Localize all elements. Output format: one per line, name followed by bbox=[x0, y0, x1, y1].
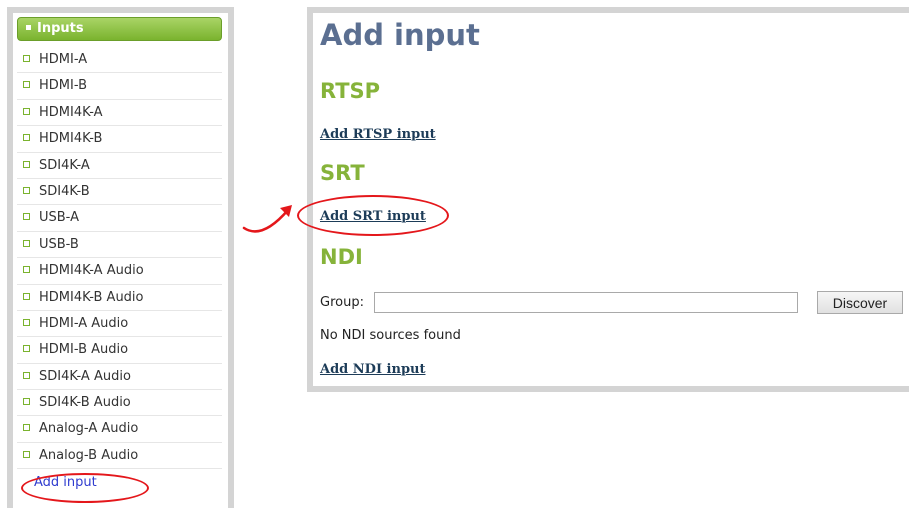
sidebar-header-inputs[interactable]: Inputs bbox=[17, 17, 222, 41]
square-bullet-icon bbox=[23, 450, 30, 458]
square-bullet-icon bbox=[23, 371, 30, 379]
square-bullet-icon bbox=[23, 266, 30, 274]
sidebar-item-sdi4k-b[interactable]: SDI4K-B bbox=[17, 179, 222, 206]
inputs-menu: HDMI-A HDMI-B HDMI4K-A HDMI4K-B SDI4K-A … bbox=[17, 47, 222, 470]
sidebar-item-label: USB-B bbox=[39, 236, 79, 252]
square-bullet-icon bbox=[23, 55, 30, 62]
srt-heading: SRT bbox=[320, 161, 365, 185]
square-bullet-icon bbox=[23, 186, 30, 194]
sidebar-item-sdi4k-b-audio[interactable]: SDI4K-B Audio bbox=[17, 390, 222, 417]
sidebar-item-hdmi4k-a-audio[interactable]: HDMI4K-A Audio bbox=[17, 258, 222, 285]
sidebar-item-label: USB-A bbox=[39, 210, 79, 226]
sidebar-item-label: SDI4K-A bbox=[39, 157, 90, 173]
sidebar-header-label: Inputs bbox=[37, 21, 84, 36]
sidebar-item-label: SDI4K-B bbox=[39, 183, 90, 199]
ndi-heading: NDI bbox=[320, 245, 363, 269]
sidebar-item-sdi4k-a[interactable]: SDI4K-A bbox=[17, 153, 222, 179]
sidebar-item-analog-a-audio[interactable]: Analog-A Audio bbox=[17, 416, 222, 443]
discover-button[interactable]: Discover bbox=[817, 291, 903, 314]
sidebar-item-label: HDMI4K-B Audio bbox=[39, 289, 144, 305]
sidebar-item-hdmi-a[interactable]: HDMI-A bbox=[17, 47, 222, 74]
square-bullet-icon bbox=[23, 292, 30, 300]
sidebar-item-label: HDMI-A bbox=[39, 52, 88, 67]
sidebar-item-label: HDMI-B Audio bbox=[39, 342, 129, 358]
square-bullet-icon bbox=[23, 213, 30, 221]
square-bullet-icon bbox=[23, 424, 30, 432]
sidebar-item-label: HDMI-A Audio bbox=[39, 315, 129, 331]
sidebar-item-label: Analog-A Audio bbox=[39, 421, 139, 437]
square-bullet-icon bbox=[23, 107, 30, 115]
sidebar-item-hdmi-a-audio[interactable]: HDMI-A Audio bbox=[17, 311, 222, 338]
sidebar-item-hdmi4k-a[interactable]: HDMI4K-A bbox=[17, 100, 222, 127]
square-bullet-icon bbox=[23, 239, 30, 247]
square-bullet-icon bbox=[23, 81, 30, 89]
sidebar-item-label: HDMI4K-B bbox=[39, 131, 103, 147]
sidebar-item-label: HDMI4K-A Audio bbox=[39, 263, 144, 279]
rtsp-heading: RTSP bbox=[320, 79, 381, 103]
highlight-circle-add-srt bbox=[297, 195, 449, 236]
sidebar-item-label: HDMI4K-A bbox=[39, 104, 103, 120]
square-bullet-icon bbox=[23, 134, 30, 142]
sidebar-content: Inputs HDMI-A HDMI-B HDMI4K-A HDMI4K-B S… bbox=[13, 13, 228, 508]
sidebar-item-label: Analog-B Audio bbox=[39, 447, 139, 463]
group-label: Group: bbox=[320, 295, 364, 310]
curved-arrow-icon bbox=[242, 205, 292, 233]
add-rtsp-input-link[interactable]: Add RTSP input bbox=[320, 126, 436, 144]
sidebar-item-hdmi4k-b-audio[interactable]: HDMI4K-B Audio bbox=[17, 285, 222, 311]
sidebar-item-hdmi4k-b[interactable]: HDMI4K-B bbox=[17, 126, 222, 153]
square-bullet-icon bbox=[23, 398, 30, 406]
square-bullet-icon bbox=[23, 345, 30, 353]
highlight-circle-add-input bbox=[21, 473, 149, 503]
sidebar-item-hdmi-b[interactable]: HDMI-B bbox=[17, 73, 222, 100]
inputs-sidebar: Inputs HDMI-A HDMI-B HDMI4K-A HDMI4K-B S… bbox=[7, 7, 234, 508]
add-input-panel: Add input RTSP Add RTSP input SRT Add SR… bbox=[297, 7, 909, 392]
sidebar-item-hdmi-b-audio[interactable]: HDMI-B Audio bbox=[17, 337, 222, 364]
page-title: Add input bbox=[320, 18, 480, 52]
add-ndi-input-link[interactable]: Add NDI input bbox=[320, 361, 426, 379]
sidebar-item-label: HDMI-B bbox=[39, 78, 87, 94]
square-bullet-icon bbox=[26, 25, 31, 30]
square-bullet-icon bbox=[23, 160, 30, 168]
sidebar-item-sdi4k-a-audio[interactable]: SDI4K-A Audio bbox=[17, 364, 222, 391]
sidebar-item-analog-b-audio[interactable]: Analog-B Audio bbox=[17, 443, 222, 470]
sidebar-item-label: SDI4K-B Audio bbox=[39, 395, 131, 411]
ndi-status-text: No NDI sources found bbox=[320, 328, 461, 343]
square-bullet-icon bbox=[23, 318, 30, 326]
sidebar-item-usb-b[interactable]: USB-B bbox=[17, 232, 222, 259]
add-input-content: Add input RTSP Add RTSP input SRT Add SR… bbox=[297, 13, 909, 386]
group-input[interactable] bbox=[374, 292, 798, 313]
sidebar-item-usb-a[interactable]: USB-A bbox=[17, 205, 222, 232]
sidebar-item-label: SDI4K-A Audio bbox=[39, 368, 131, 384]
